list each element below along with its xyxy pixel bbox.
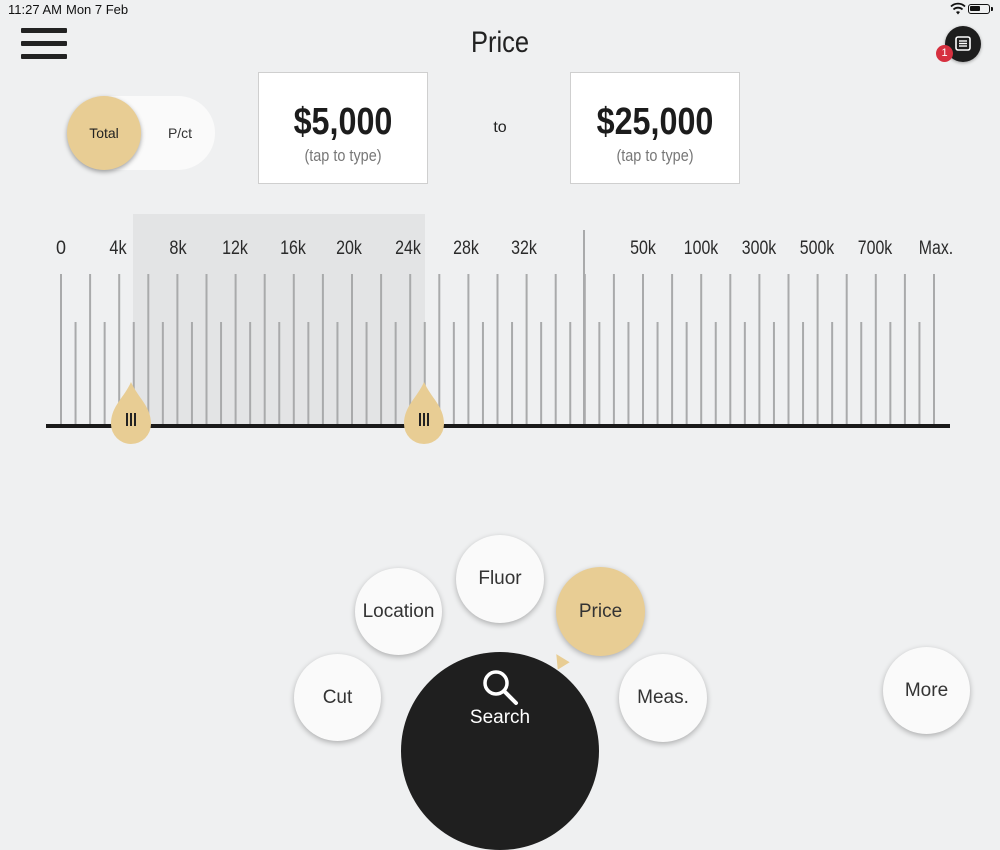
scale-label: 24k (395, 238, 421, 259)
filter-location-label: Location (362, 600, 435, 622)
search-icon (483, 670, 518, 705)
scale-label: 32k (511, 238, 537, 259)
scale-label: 12k (222, 238, 248, 259)
filter-cut-button[interactable]: Cut (294, 654, 381, 741)
filter-cut-label: Cut (322, 686, 353, 708)
search-label: Search (469, 707, 531, 728)
scale-label: 4k (109, 238, 127, 259)
scale-label: 0 (56, 238, 66, 259)
filter-price-button[interactable]: Price (556, 567, 645, 656)
scale-label: 500k (800, 238, 835, 259)
scale-label: 28k (453, 238, 479, 259)
filter-fluor-button[interactable]: Fluor (456, 535, 544, 623)
filter-meas-button[interactable]: Meas. (619, 654, 707, 742)
more-label: More (904, 679, 949, 701)
filter-meas-label: Meas. (637, 687, 689, 708)
filter-location-button[interactable]: Location (355, 568, 442, 655)
scale-label: 20k (336, 238, 362, 259)
scale-label: 50k (630, 238, 656, 259)
scale-label: 300k (742, 238, 777, 259)
scale-label: 100k (684, 238, 719, 259)
filter-fluor-label: Fluor (478, 568, 522, 589)
search-button[interactable]: Search (401, 652, 599, 850)
min-handle[interactable] (111, 382, 151, 444)
more-button[interactable]: More (883, 647, 970, 734)
filter-price-label: Price (578, 600, 623, 622)
scale-label: Max. (919, 238, 953, 259)
scale-label: 700k (858, 238, 893, 259)
scale-label: 8k (169, 238, 187, 259)
price-range-slider[interactable]: 0 4k 8k 12k 16k 20k 24k 28k 32k 50k 100k 300k 500k 70… (0, 0, 1000, 460)
scale-label: 16k (280, 238, 306, 259)
